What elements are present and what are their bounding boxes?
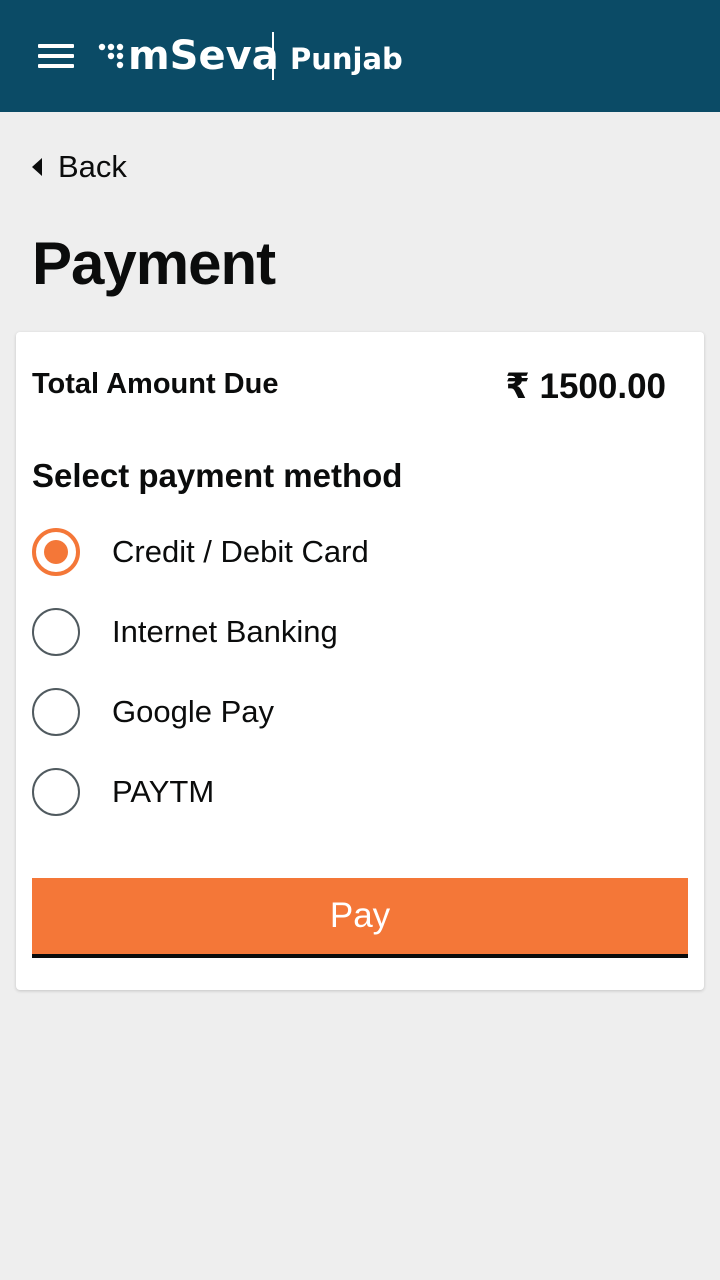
payment-option-google-pay[interactable]: Google Pay bbox=[32, 672, 672, 752]
header-divider bbox=[272, 32, 274, 80]
option-label: PAYTM bbox=[112, 774, 215, 809]
total-amount-label: Total Amount Due bbox=[32, 368, 279, 400]
radio-button-selected[interactable] bbox=[32, 528, 80, 576]
back-label: Back bbox=[58, 149, 127, 184]
payment-option-internet-banking[interactable]: Internet Banking bbox=[32, 592, 672, 672]
app-header: mSeva Punjab bbox=[0, 0, 720, 112]
option-label: Credit / Debit Card bbox=[112, 534, 369, 569]
mseva-logo-dots-icon bbox=[98, 43, 124, 69]
radio-button[interactable] bbox=[32, 768, 80, 816]
payment-method-heading: Select payment method bbox=[32, 457, 403, 494]
pay-button[interactable]: Pay bbox=[32, 878, 688, 958]
payment-card: Total Amount Due ₹ 1500.00 Select paymen… bbox=[16, 332, 704, 990]
back-link[interactable]: Back bbox=[32, 148, 127, 186]
radio-button[interactable] bbox=[32, 688, 80, 736]
city-name: Punjab bbox=[290, 42, 403, 76]
caret-left-icon bbox=[32, 158, 42, 176]
total-amount-value: ₹ 1500.00 bbox=[505, 367, 666, 406]
radio-button[interactable] bbox=[32, 608, 80, 656]
option-label: Internet Banking bbox=[112, 614, 338, 649]
hamburger-menu-icon[interactable] bbox=[38, 44, 74, 68]
option-label: Google Pay bbox=[112, 694, 274, 729]
payment-option-card[interactable]: Credit / Debit Card bbox=[32, 512, 672, 592]
page-title: Payment bbox=[32, 230, 276, 297]
app-logo[interactable]: mSeva bbox=[98, 36, 279, 76]
payment-method-options: Credit / Debit Card Internet Banking Goo… bbox=[32, 512, 672, 832]
payment-option-paytm[interactable]: PAYTM bbox=[32, 752, 672, 832]
brand-name: mSeva bbox=[128, 33, 279, 79]
